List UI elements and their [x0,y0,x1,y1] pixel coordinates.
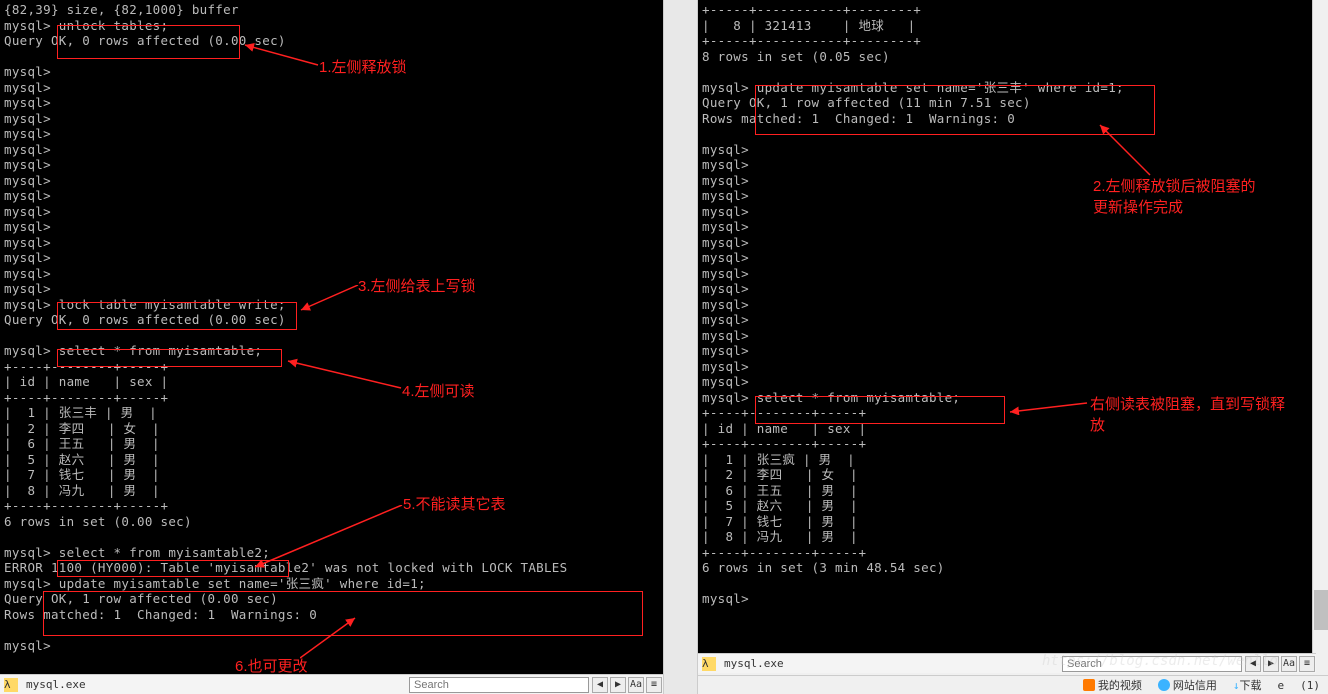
search-case-icon[interactable]: Aa [1281,656,1297,672]
annotation-3: 3.左侧给表上写锁 [358,275,476,296]
left-search-input[interactable] [409,677,589,693]
left-statusbar: λ mysql.exe ◀ ▶ Aa ≡ [0,674,663,694]
arrow-4 [283,358,403,393]
arrow-1 [240,40,320,70]
arrow-3 [296,285,361,313]
splitter[interactable] [663,0,698,694]
redbox-right-select [755,396,1005,424]
search-next-icon[interactable]: ▶ [610,677,626,693]
redbox-lock [57,302,297,330]
annotation-1: 1.左侧释放锁 [319,56,407,77]
left-status-title: mysql.exe [22,678,409,691]
browser-taskbar: 我的视频 网站信用 ↓下载 e (1) [698,675,1328,694]
search-case-icon[interactable]: Aa [628,677,644,693]
right-scrollbar[interactable] [1312,0,1328,653]
search-prev-icon[interactable]: ◀ [592,677,608,693]
taskbar-ie-icon[interactable]: e [1278,679,1285,692]
annotation-5: 5.不能读其它表 [403,493,506,514]
annotation-2: 2.左侧释放锁后被阻塞的 更新操作完成 [1093,175,1256,217]
right-status-title: mysql.exe [720,657,1062,670]
annotation-4: 4.左侧可读 [402,380,475,401]
redbox-unlock [57,25,240,59]
lambda-icon: λ [4,678,18,692]
menu-icon[interactable]: ≡ [646,677,662,693]
scroll-thumb[interactable] [1314,590,1328,630]
menu-icon[interactable]: ≡ [1299,656,1315,672]
annotation-6: 6.也可更改 [235,655,308,676]
taskbar-video[interactable]: 我的视频 [1083,677,1142,693]
arrow-5 [250,505,405,570]
taskbar-download[interactable]: ↓下载 [1233,677,1262,693]
watermark: https://blog.csdn.net/wenllo [1042,653,1278,669]
arrow-2 [1095,120,1155,180]
arrow-6 [300,615,360,660]
taskbar-site[interactable]: 网站信用 [1158,677,1217,693]
annotation-7: 右侧读表被阻塞，直到写锁释 放 [1090,393,1285,435]
lambda-icon: λ [702,657,716,671]
arrow-7 [1005,400,1090,415]
taskbar-speaker-icon[interactable]: (1) [1300,679,1320,692]
redbox-select [57,349,282,367]
